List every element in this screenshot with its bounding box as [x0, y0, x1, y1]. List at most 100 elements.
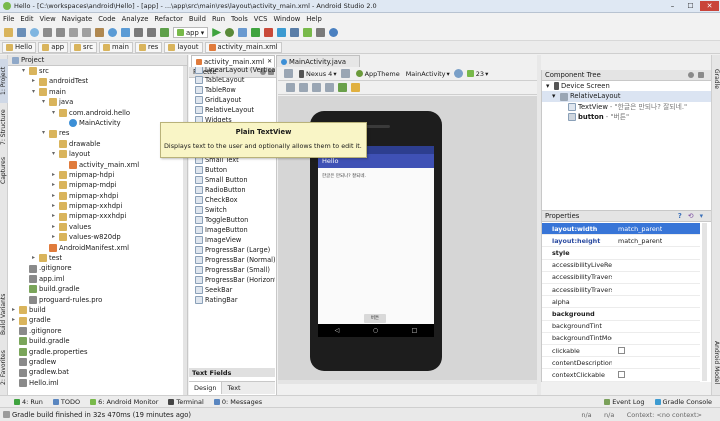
palette-item[interactable]: GridLayout — [189, 95, 275, 105]
tree-item[interactable]: build.gradle — [8, 336, 186, 346]
theme-select[interactable]: AppTheme — [355, 70, 400, 78]
palette-item[interactable]: Switch — [189, 205, 275, 215]
property-value[interactable]: match_parent — [612, 237, 662, 245]
menu-file[interactable]: File — [3, 15, 14, 23]
tree-item[interactable]: ▸ build — [8, 305, 186, 315]
device-screen[interactable]: Hello 한글은 만되나? 잘되네. 버튼 ◁ ○ □ — [318, 146, 434, 337]
make-project-icon[interactable] — [160, 28, 169, 37]
sync-icon[interactable] — [30, 28, 39, 37]
tree-item[interactable]: proguard-rules.pro — [8, 295, 186, 305]
tree-item[interactable]: ▾ com.android.hello — [8, 108, 186, 118]
back-icon[interactable] — [134, 28, 143, 37]
chevron-down-icon[interactable]: ▾ — [42, 97, 49, 107]
chevron-right-icon[interactable]: ▸ — [52, 222, 59, 232]
palette-item[interactable]: Button — [189, 165, 275, 175]
property-row[interactable]: accessibilityTraversalBefo — [542, 284, 700, 297]
run-coverage-icon[interactable] — [251, 28, 261, 37]
debug-icon[interactable] — [225, 28, 235, 37]
warning-icon[interactable] — [351, 83, 360, 92]
tree-item[interactable]: gradle.properties — [8, 347, 186, 357]
chevron-right-icon[interactable]: ▸ — [32, 253, 39, 263]
menu-run[interactable]: Run — [212, 15, 225, 23]
tree-item[interactable]: ▸ gradle — [8, 315, 186, 325]
attach-debugger-icon[interactable] — [238, 28, 248, 37]
chevron-right-icon[interactable]: ▸ — [52, 211, 59, 221]
breadcrumb-item[interactable]: src — [70, 41, 97, 53]
tree-item-relative-layout[interactable]: ▾ RelativeLayout — [542, 91, 711, 102]
palette-item[interactable]: RatingBar — [189, 295, 275, 305]
tree-item[interactable]: ▸ values-w820dp — [8, 232, 186, 242]
property-row[interactable]: accessibilityLiveRegion — [542, 260, 700, 272]
tool-tab-todo[interactable]: TODO — [52, 398, 80, 406]
tree-item[interactable]: ▾ main — [8, 87, 186, 97]
activity-select[interactable]: MainActivity ▾ — [406, 70, 450, 78]
tree-item[interactable]: .gitignore — [8, 326, 186, 336]
minimize-button[interactable]: – — [664, 1, 681, 11]
tree-item[interactable]: ▸ mipmap-xxhdpi — [8, 201, 186, 211]
tool-tab-gradle[interactable]: Gradle — [712, 61, 720, 97]
tool-tab-gradle-console[interactable]: Gradle Console — [654, 398, 712, 406]
palette-item[interactable]: ToggleButton — [189, 215, 275, 225]
stop-icon[interactable] — [264, 28, 274, 37]
breadcrumb-item[interactable]: activity_main.xml — [204, 41, 282, 53]
palette-item[interactable]: CheckBox — [189, 195, 275, 205]
run-config-select[interactable]: app ▾ — [173, 27, 209, 38]
property-row[interactable]: style — [542, 247, 700, 260]
palette-item[interactable]: TableLayout — [189, 75, 275, 85]
orientation-icon[interactable] — [340, 69, 350, 78]
property-row[interactable]: contextClickable — [542, 369, 700, 382]
help-icon[interactable] — [329, 28, 339, 37]
copy-icon[interactable] — [82, 28, 91, 37]
property-row[interactable]: background — [542, 308, 700, 321]
tree-item-textview[interactable]: TextView - "한글은 만되나? 잘되네." — [542, 102, 711, 112]
tree-item-button[interactable]: button - "버튼" — [542, 112, 711, 122]
tree-item[interactable]: ▸ mipmap-xxxhdpi — [8, 211, 186, 221]
menu-analyze[interactable]: Analyze — [122, 15, 149, 23]
palette-item[interactable]: ImageView — [189, 235, 275, 245]
breadcrumb-item[interactable]: layout — [164, 41, 203, 53]
chevron-down-icon[interactable]: ▾ — [52, 149, 59, 159]
chevron-down-icon[interactable]: ▾ — [42, 128, 49, 138]
forward-icon[interactable] — [147, 28, 156, 37]
property-row[interactable]: alpha — [542, 296, 700, 309]
tree-item[interactable]: Hello.iml — [8, 378, 186, 388]
chevron-right-icon[interactable]: ▸ — [52, 170, 59, 180]
palette-item[interactable]: RelativeLayout — [189, 105, 275, 115]
breadcrumb-item[interactable]: main — [98, 41, 133, 53]
zoom-in-icon[interactable] — [312, 83, 321, 92]
sdk-manager-icon[interactable] — [303, 28, 313, 37]
tree-item-device-screen[interactable]: ▾ Device Screen — [542, 81, 711, 91]
gear-icon[interactable] — [688, 72, 694, 78]
tool-tab-favorites[interactable]: 2: Favorites — [0, 345, 8, 391]
tree-item[interactable]: gradlew — [8, 357, 186, 367]
palette-item[interactable]: Small Button — [189, 175, 275, 185]
device-select[interactable]: Nexus 4 ▾ — [299, 69, 337, 78]
palette-section-header[interactable]: Text Fields — [189, 368, 275, 377]
tree-item[interactable]: app.iml — [8, 274, 186, 284]
tree-item[interactable]: build.gradle — [8, 284, 186, 294]
breadcrumb-item[interactable]: app — [38, 41, 69, 53]
tab-text[interactable]: Text — [222, 384, 245, 392]
tree-item[interactable]: AndroidManifest.xml — [8, 243, 186, 253]
chevron-right-icon[interactable]: ▸ — [52, 191, 59, 201]
tree-item[interactable]: .gitignore — [8, 263, 186, 273]
property-row[interactable]: layout:height match_parent — [542, 235, 700, 248]
palette-item[interactable]: TableRow — [189, 85, 275, 95]
tool-tab-messages[interactable]: 0: Messages — [213, 398, 262, 406]
chevron-right-icon[interactable]: ▸ — [12, 305, 19, 315]
help-icon[interactable]: ? — [678, 212, 682, 220]
tree-item[interactable]: ▸ mipmap-xhdpi — [8, 191, 186, 201]
refresh-icon[interactable] — [338, 83, 347, 92]
tool-tab-build-variants[interactable]: Build Variants — [0, 291, 8, 337]
chevron-right-icon[interactable]: ▸ — [52, 201, 59, 211]
chevron-right-icon[interactable]: ▸ — [52, 180, 59, 190]
tool-tab-android-model[interactable]: Android Model — [712, 335, 720, 391]
locale-icon[interactable] — [453, 69, 463, 78]
layout-icon[interactable] — [284, 69, 293, 78]
canvas-scrollbar[interactable] — [278, 380, 537, 384]
hide-icon[interactable] — [698, 72, 704, 78]
palette-item[interactable]: ProgressBar (Large) — [189, 245, 275, 255]
property-row[interactable]: clickable — [542, 345, 700, 358]
redo-icon[interactable] — [56, 28, 65, 37]
cut-icon[interactable] — [69, 28, 78, 37]
